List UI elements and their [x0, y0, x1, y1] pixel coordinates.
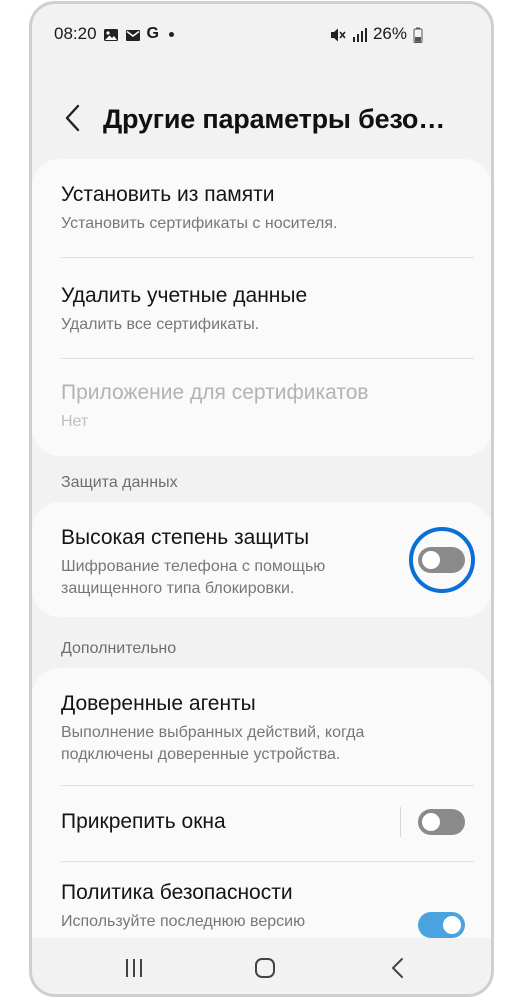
item-title: Высокая степень защиты	[61, 526, 310, 549]
page-title: Другие параметры безо…	[103, 104, 446, 134]
status-bar: 08:20 G 26%	[32, 4, 491, 64]
section-label-advanced: Дополнительно	[61, 640, 177, 657]
subtitle-line: Шифрование телефона с помощью	[61, 558, 326, 575]
mail-icon	[125, 27, 141, 41]
recents-button[interactable]	[114, 953, 154, 983]
status-time: 08:20	[54, 24, 97, 43]
home-button[interactable]	[245, 953, 285, 983]
certificate-app-item: Приложение для сертификатов Нет	[61, 381, 476, 433]
pin-windows-toggle[interactable]	[418, 809, 465, 835]
advanced-card: Доверенные агенты Выполнение выбранных д…	[32, 668, 491, 938]
navigation-bar	[32, 939, 491, 994]
item-title: Прикрепить окна	[61, 810, 226, 833]
item-title: Приложение для сертификатов	[61, 381, 369, 404]
divider	[61, 358, 474, 359]
divider	[61, 257, 474, 258]
recents-icon	[126, 959, 142, 977]
install-from-storage-item[interactable]: Установить из памяти Установить сертифик…	[61, 183, 476, 235]
dot-icon	[169, 31, 174, 37]
mute-icon	[329, 27, 346, 42]
google-icon: G	[146, 25, 159, 42]
item-subtitle: Нет	[61, 413, 89, 430]
item-title: Политика безопасности	[61, 881, 293, 904]
subtitle-line: Выполнение выбранных действий, когда	[61, 724, 365, 741]
item-subtitle: Установить сертификаты с носителя.	[61, 215, 338, 232]
status-right: 26%	[329, 24, 429, 44]
subtitle-line: подключены доверенные устройства.	[61, 746, 341, 763]
divider	[61, 785, 474, 786]
item-subtitle: Используйте последнюю версию	[61, 913, 306, 930]
toggle-knob	[420, 549, 442, 571]
vertical-separator	[400, 807, 401, 837]
strong-protection-toggle[interactable]	[418, 547, 465, 573]
clear-credentials-item[interactable]: Удалить учетные данные Удалить все серти…	[61, 284, 476, 336]
back-icon	[392, 958, 403, 978]
divider	[61, 861, 474, 862]
toggle-knob	[441, 914, 463, 936]
app-header: Другие параметры безо…	[32, 92, 491, 152]
trusted-agents-item[interactable]: Доверенные агенты Выполнение выбранных д…	[61, 692, 476, 766]
item-title: Удалить учетные данные	[61, 284, 308, 307]
certificates-card: Установить из памяти Установить сертифик…	[32, 159, 491, 456]
section-label-data-protection: Защита данных	[61, 474, 178, 491]
security-policy-toggle[interactable]	[418, 912, 465, 938]
pin-windows-item[interactable]: Прикрепить окна	[61, 810, 402, 834]
home-icon	[255, 958, 275, 978]
item-title: Доверенные агенты	[61, 692, 256, 715]
security-policy-item[interactable]: Политика безопасности Используйте послед…	[61, 881, 402, 933]
nav-back-button[interactable]	[378, 953, 418, 983]
status-left: 08:20 G	[54, 24, 174, 44]
item-subtitle: Шифрование телефона с помощью защищенног…	[61, 556, 402, 600]
battery-percent: 26%	[372, 24, 407, 43]
image-icon	[103, 27, 119, 41]
data-protection-card: Высокая степень защиты Шифрование телефо…	[32, 502, 491, 617]
back-chevron-icon	[65, 104, 80, 132]
strong-protection-item[interactable]: Высокая степень защиты Шифрование телефо…	[61, 526, 402, 600]
subtitle-line: защищенного типа блокировки.	[61, 580, 295, 597]
toggle-knob	[420, 811, 442, 833]
back-button[interactable]	[58, 98, 88, 138]
item-subtitle: Удалить все сертификаты.	[61, 316, 260, 333]
item-subtitle: Выполнение выбранных действий, когда под…	[61, 722, 476, 766]
signal-icon	[351, 27, 367, 42]
item-title: Установить из памяти	[61, 183, 275, 206]
battery-icon	[413, 27, 429, 43]
phone-frame: 08:20 G 26% Другие параметры безо… Устан…	[29, 1, 494, 997]
